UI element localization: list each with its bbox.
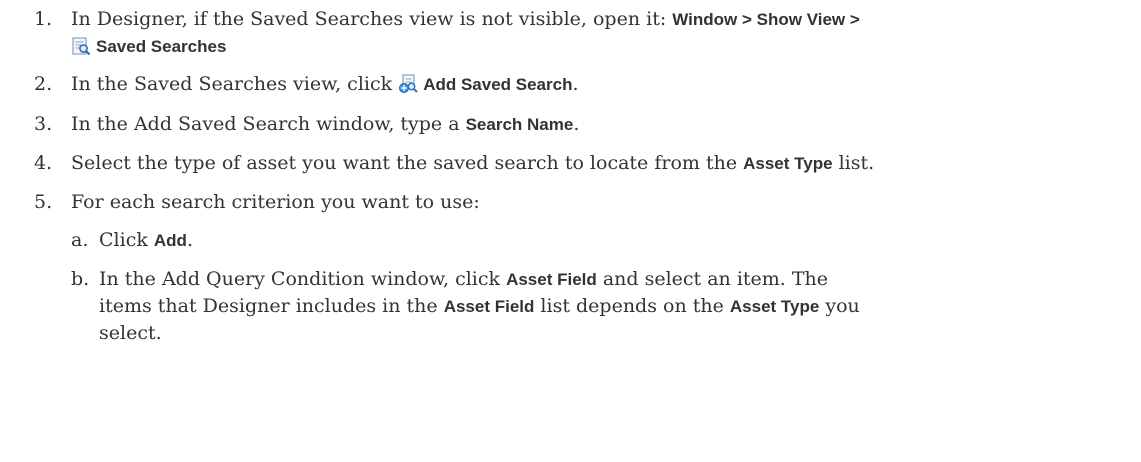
- add-saved-search-icon: [399, 74, 418, 93]
- add-saved-search-label: Add Saved Search: [423, 75, 573, 94]
- asset-type-label: Asset Type: [729, 297, 820, 316]
- step-number: 2.: [34, 73, 53, 95]
- asset-field-label: Asset Field: [506, 270, 597, 289]
- step-number: 3.: [34, 113, 53, 135]
- add-label: Add: [153, 231, 187, 250]
- step-number: 1.: [34, 8, 53, 30]
- substep-letter: b.: [71, 268, 90, 290]
- substep-text: In the Add Query Condition window, click: [99, 268, 507, 290]
- asset-field-label: Asset Field: [443, 297, 535, 316]
- substep-text: Click: [99, 229, 154, 251]
- step-text: In Designer, if the Saved Searches view …: [71, 8, 673, 30]
- saved-searches-icon: [72, 37, 91, 56]
- step-number: 5.: [34, 191, 53, 213]
- procedure-document: 1. In Designer, if the Saved Searches vi…: [34, 8, 875, 344]
- menu-path: Window > Show View >: [672, 10, 860, 29]
- search-name-label: Search Name: [465, 115, 574, 134]
- step-text: In the Add Saved Search window, type a: [71, 113, 466, 135]
- step-number: 4.: [34, 152, 53, 174]
- substep-letter: a.: [71, 229, 89, 251]
- view-name: Saved Searches: [96, 37, 227, 56]
- step-text: For each search criterion you want to us…: [71, 191, 480, 213]
- step-text: In the Saved Searches view, click: [71, 73, 399, 95]
- step-text: Select the type of asset you want the sa…: [71, 152, 744, 174]
- asset-type-label: Asset Type: [743, 154, 833, 173]
